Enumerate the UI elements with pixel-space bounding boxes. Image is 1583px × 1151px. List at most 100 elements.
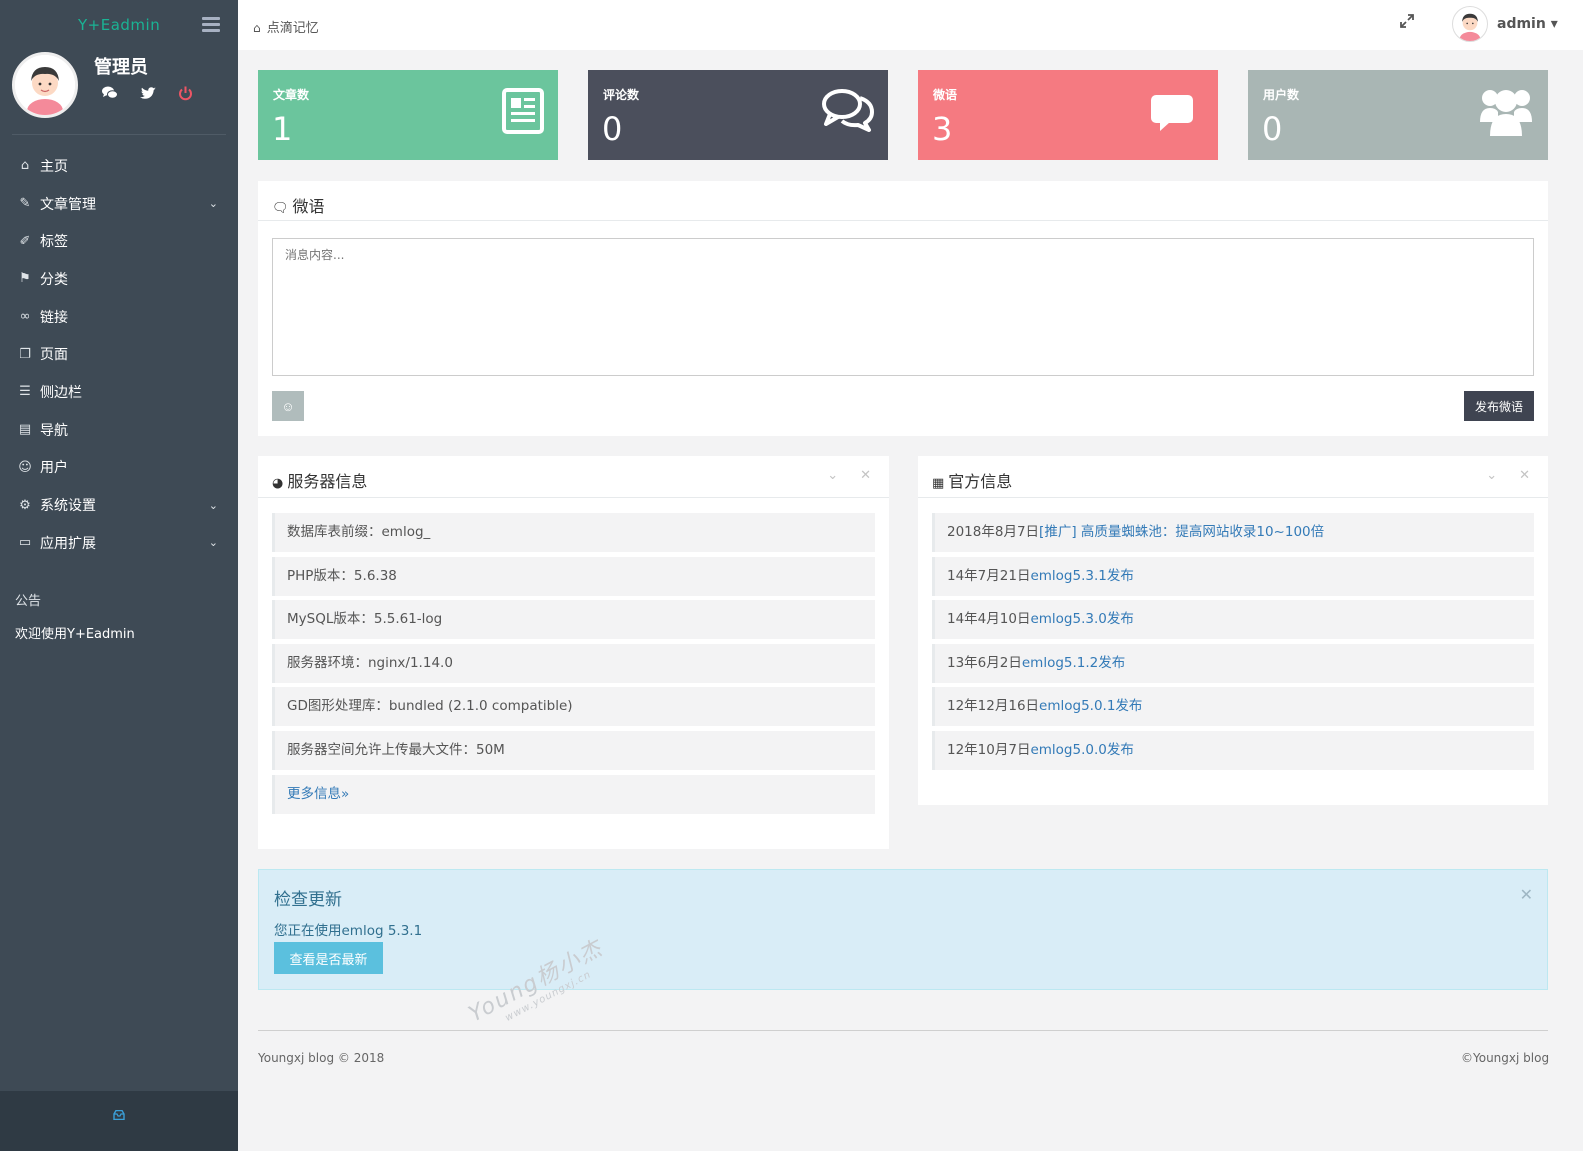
fullscreen-expand-icon[interactable] [1400,14,1414,32]
list-item: 服务器环境：nginx/1.14.0 [272,643,875,683]
stat-card-weiyu[interactable]: 微语 3 [918,70,1218,160]
sidebar-item-label: 链接 [40,309,68,326]
weiyu-panel: 🗨微语 ☺ 发布微语 [258,181,1548,436]
stat-value: 3 [932,110,953,148]
news-link[interactable]: emlog5.1.2发布 [1022,655,1125,671]
news-link[interactable]: [推广] 高质量蜘蛛池：提高网站收录10~100倍 [1039,524,1324,540]
sidebar-item-links[interactable]: ∞ 链接 [0,298,238,336]
news-link[interactable]: emlog5.0.1发布 [1039,698,1142,714]
sidebar-item-label: 分类 [40,271,68,288]
power-off-icon[interactable] [178,86,193,105]
sidebar-nav: ⌂ 主页 ✎ 文章管理 ⌄ ✐ 标签 ⚑ 分类 ∞ 链接 ❐ 页面 ☰ 侧边栏 [0,147,238,562]
panel-tools: ⌄ ✕ [827,468,871,483]
users-group-icon [1478,86,1534,142]
inbox-icon[interactable] [113,1109,125,1124]
chevron-down-icon: ⌄ [208,197,218,211]
stat-label: 文章数 [273,88,310,102]
comments-icon [822,88,874,136]
close-icon[interactable]: ✕ [860,468,871,483]
collapse-chevron-icon[interactable]: ⌄ [1486,468,1497,483]
sidebar-item-pages[interactable]: ❐ 页面 [0,335,238,373]
profile-name: 管理员 [94,57,148,78]
username-label: admin [1497,16,1546,32]
list-item: 12年10月7日emlog5.0.0发布 [932,730,1534,770]
sidebar-item-label: 应用扩展 [40,535,96,552]
sidebar-item-settings[interactable]: ⚙ 系统设置 ⌄ [0,486,238,524]
stat-card-articles[interactable]: 文章数 1 [258,70,558,160]
stat-label: 评论数 [603,88,640,102]
update-text: 您正在使用emlog 5.3.1 [274,923,423,939]
sidebar-item-sidebar[interactable]: ☰ 侧边栏 [0,373,238,411]
update-title: 检查更新 [274,890,342,910]
news-date: 13年6月2日 [947,654,1022,671]
stat-card-users[interactable]: 用户数 0 [1248,70,1548,160]
sidebar-item-label: 主页 [40,158,68,175]
server-info-panel: ◕ 服务器信息 ⌄ ✕ 数据库表前缀：emlog_ PHP版本：5.6.38 My… [258,456,889,849]
flag-icon: ⚑ [19,271,31,287]
sidebar-item-navigation[interactable]: ▤ 导航 [0,411,238,449]
profile-actions [102,86,193,105]
official-info-panel: ▦ 官方信息 ⌄ ✕ 2018年8月7日[推广] 高质量蜘蛛池：提高网站收录10~… [918,456,1548,805]
sidebar-footer [0,1091,238,1151]
comments-icon[interactable] [102,86,118,105]
sidebar-item-articles[interactable]: ✎ 文章管理 ⌄ [0,185,238,223]
sidebar-item-categories[interactable]: ⚑ 分类 [0,260,238,298]
panel-title-text: 服务器信息 [287,472,368,491]
sidebar-item-label: 系统设置 [40,498,96,515]
check-update-button[interactable]: 查看是否最新 [274,942,383,974]
post-weiyu-button[interactable]: 发布微语 [1464,391,1534,421]
avatar[interactable] [1452,6,1488,42]
user-profile: 管理员 [12,50,226,135]
brand-logo[interactable]: Y+Eadmin [78,16,160,34]
sidebar-item-label: 用户 [40,460,68,477]
list-item: PHP版本：5.6.38 [272,556,875,596]
notice-title: 公告 [15,593,42,609]
document-icon: ▤ [18,422,32,438]
stat-card-comments[interactable]: 评论数 0 [588,70,888,160]
user-dropdown[interactable]: admin ▾ [1497,16,1558,32]
home-icon[interactable]: ⌂ [253,21,261,35]
news-date: 2018年8月7日 [947,524,1040,540]
list-item: 数据库表前缀：emlog_ [272,513,875,552]
archive-icon: ▭ [18,535,32,551]
gear-icon: ⚙ [19,497,31,513]
emoji-button[interactable]: ☺ [272,391,304,421]
panel-title-text: 微语 [292,197,325,216]
news-date: 12年12月16日 [947,698,1040,715]
panel-header: ◕ 服务器信息 ⌄ ✕ [258,456,889,498]
server-info-list: 数据库表前缀：emlog_ PHP版本：5.6.38 MySQL版本：5.5.6… [272,513,875,818]
sidebar-item-home[interactable]: ⌂ 主页 [0,147,238,185]
more-info-link[interactable]: 更多信息» [287,786,349,802]
chevron-down-icon: ⌄ [208,536,218,550]
list-item: 12年12月16日emlog5.0.1发布 [932,687,1534,727]
close-icon[interactable]: ✕ [1519,468,1530,483]
news-link[interactable]: emlog5.3.1发布 [1030,568,1133,584]
hamburger-menu-icon[interactable] [202,17,220,35]
weiyu-textarea[interactable] [272,238,1534,376]
list-item: MySQL版本：5.5.61-log [272,600,875,640]
sidebar-item-users[interactable]: ☺ 用户 [0,449,238,487]
stat-value: 1 [272,110,293,148]
pie-chart-icon: ◕ [272,476,284,491]
notice-body: 欢迎使用Y+Eadmin [15,626,135,642]
news-link[interactable]: emlog5.3.0发布 [1030,611,1133,627]
breadcrumb-text[interactable]: 点滴记忆 [267,21,319,36]
collapse-chevron-icon[interactable]: ⌄ [827,468,838,483]
footer-divider [258,1030,1548,1031]
avatar[interactable] [12,52,78,118]
news-link[interactable]: emlog5.0.0发布 [1030,742,1133,758]
feather-icon: ✎ [19,196,31,212]
sidebar-item-extensions[interactable]: ▭ 应用扩展 ⌄ [0,524,238,562]
close-icon[interactable]: ✕ [1520,885,1533,904]
brand-row: Y+Eadmin [0,0,238,50]
stat-value: 0 [602,110,623,148]
sidebar-item-label: 侧边栏 [40,384,82,401]
comments-icon: 🗨 [272,201,289,216]
panel-header: 🗨 微语 [258,181,1548,221]
list-item: GD图形处理库：bundled (2.1.0 compatible) [272,687,875,727]
sidebar-item-tags[interactable]: ✐ 标签 [0,222,238,260]
caret-down-icon: ▾ [1550,16,1558,32]
twitter-icon[interactable] [140,86,156,105]
footer-brand: ©Youngxj blog [1461,1051,1550,1065]
newspaper-icon [502,88,544,138]
